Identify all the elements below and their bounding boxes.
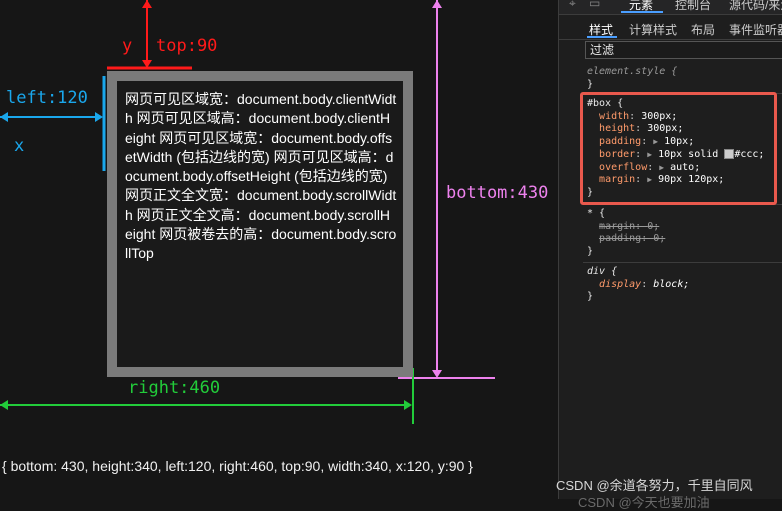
devtools-panel: ⌖ ▭ 元素 控制台 源代码/来源 样式 计算样式 布局 事件监听器 过滤 el… bbox=[558, 0, 782, 499]
right-arrow-head-right bbox=[404, 400, 412, 410]
div-selector: div { bbox=[587, 266, 618, 277]
devtools-sub-tabs: 样式 计算样式 布局 事件监听器 bbox=[559, 15, 782, 40]
top-label: top:90 bbox=[156, 36, 218, 56]
bottom-label: bottom:430 bbox=[446, 183, 549, 203]
box-rule-highlight bbox=[580, 92, 777, 205]
element-style-close: } bbox=[587, 78, 594, 90]
tab-event-listeners[interactable]: 事件监听器 bbox=[729, 21, 782, 38]
decl-padding-overridden[interactable]: padding: 0; bbox=[587, 233, 782, 246]
top-arrow-head-up bbox=[142, 0, 152, 8]
left-label: left:120 bbox=[6, 88, 88, 108]
demo-page: y top:90 left:120 x bottom:430 right:460… bbox=[0, 0, 558, 499]
watermark-secondary: CSDN @今天也要加油 bbox=[578, 495, 710, 510]
tab-sources[interactable]: 源代码/来源 bbox=[729, 0, 782, 13]
bottom-arrow-head-up bbox=[432, 0, 442, 8]
x-axis-label: x bbox=[14, 136, 25, 156]
inspect-icon[interactable]: ⌖ bbox=[569, 0, 576, 11]
right-label: right:460 bbox=[128, 378, 221, 398]
left-arrow-head-left bbox=[0, 112, 8, 122]
div-css-rule: div { display: block; } bbox=[587, 266, 782, 304]
tab-console[interactable]: 控制台 bbox=[675, 0, 711, 13]
rule-divider bbox=[583, 262, 782, 263]
active-tab-indicator bbox=[621, 11, 663, 13]
decl-margin-overridden[interactable]: margin: 0; bbox=[587, 221, 782, 234]
decl-display[interactable]: display: block; bbox=[587, 279, 782, 292]
universal-rule-close: } bbox=[587, 246, 594, 258]
tab-computed[interactable]: 计算样式 bbox=[629, 21, 677, 38]
bottom-arrow-head-down bbox=[432, 370, 442, 378]
y-axis-label: y bbox=[122, 36, 133, 56]
left-arrow-head-right bbox=[95, 112, 103, 122]
element-style-rule: element.style { } bbox=[587, 66, 782, 91]
universal-selector: * { bbox=[587, 208, 606, 219]
universal-css-rule: * { margin: 0; padding: 0; } bbox=[587, 208, 782, 259]
tab-layout[interactable]: 布局 bbox=[691, 21, 715, 38]
element-style-selector: element.style { bbox=[587, 66, 678, 77]
rect-result-output: { bottom: 430, height:340, left:120, rig… bbox=[2, 458, 473, 474]
styles-filter-input[interactable]: 过滤 bbox=[585, 41, 782, 59]
devtools-top-tabs: ⌖ ▭ 元素 控制台 源代码/来源 bbox=[559, 0, 782, 15]
box-text: 网页可见区域宽：document.body.clientWidth 网页可见区域… bbox=[125, 91, 397, 262]
div-rule-close: } bbox=[587, 291, 594, 303]
device-icon[interactable]: ▭ bbox=[589, 0, 600, 10]
right-arrow-head-left bbox=[0, 400, 8, 410]
sub-tab-indicator bbox=[587, 36, 617, 38]
